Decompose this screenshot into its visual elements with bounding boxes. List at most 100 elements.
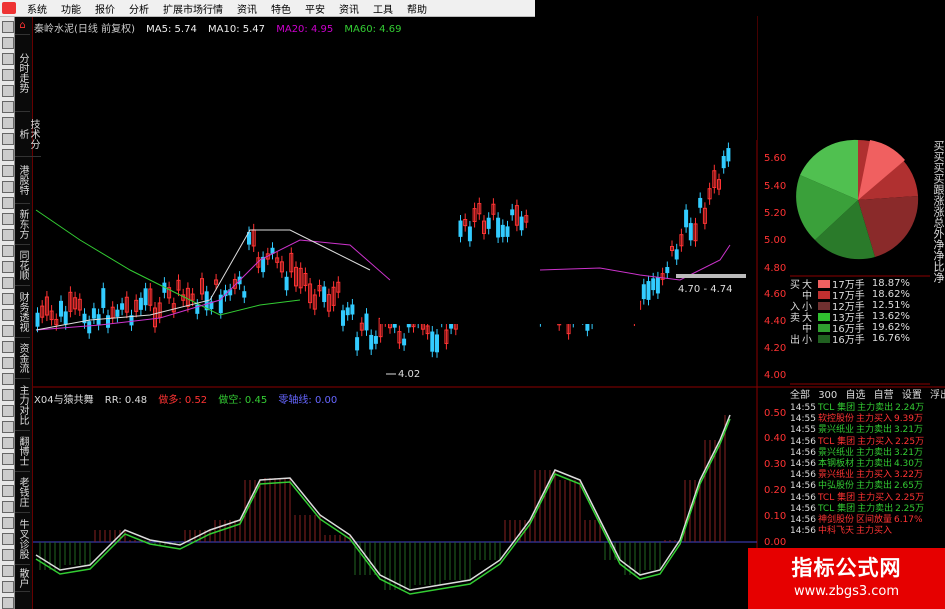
trade-row[interactable]: 14:56 中弘股份 主力卖出 2.65万 (790, 478, 930, 489)
trade-value: 2.25万 (895, 436, 925, 445)
trade-row[interactable]: 14:56 TCL 集团 主力买入 2.25万 (790, 490, 930, 501)
volume-pie-chart (796, 139, 919, 260)
band-price-label: 4.70 - 4.74 (678, 284, 733, 295)
trade-time: 14:56 (790, 503, 816, 512)
trade-action: 主力卖出 (855, 425, 892, 434)
volume-swatch (818, 334, 830, 343)
volume-row: 出 小 16万手 16.76% (790, 333, 930, 346)
long-value: 做多: 0.52 (158, 395, 208, 406)
trade-time: 14:56 (790, 514, 816, 524)
blank-region (535, 16, 757, 140)
trade-row[interactable]: 14:56 神剑股份 区间放量 6.17% (790, 512, 930, 523)
volume-side: 出 (790, 335, 800, 346)
candle-body (242, 291, 247, 298)
price-tick: 4.40 (764, 316, 786, 327)
volume-percent: 18.87% (871, 278, 910, 289)
price-tick: 5.40 (764, 181, 786, 192)
trade-action: 主力卖出 (855, 458, 892, 468)
volume-percent: 18.62% (871, 289, 910, 300)
candle-body (364, 313, 369, 331)
tab-float[interactable]: 浮出 (930, 390, 945, 401)
trade-action: 区间放量 (855, 514, 892, 524)
candle-body (87, 321, 92, 334)
trade-stock: TCL 集团 (817, 436, 856, 445)
candle-body (143, 288, 148, 306)
list-tabs: 全部 300 自选 自营 设置 浮出 扌 (790, 386, 945, 401)
candle-body (519, 216, 524, 231)
trade-row[interactable]: 14:56 景兴纸业 主力买入 3.22万 (790, 467, 930, 478)
trade-time: 14:55 (790, 403, 816, 412)
trade-value: 3.21万 (893, 447, 924, 456)
volume-swatch (818, 279, 830, 288)
trade-action: 主力买入 (857, 436, 894, 445)
candle-body (496, 217, 501, 238)
trade-time: 14:55 (790, 425, 816, 434)
candle-body (270, 247, 275, 254)
trade-row[interactable]: 14:56 TCL 集团 主力买入 2.25万 (790, 434, 930, 445)
trade-stock: 软控股份 (817, 414, 854, 423)
watermark-url: www.zbgs3.com (793, 584, 900, 599)
candle-body (284, 276, 289, 291)
candle-body (674, 249, 679, 260)
candlesticks (35, 142, 731, 358)
trade-time: 14:56 (790, 436, 816, 445)
trade-row[interactable]: 14:55 景兴纸业 主力卖出 3.21万 (790, 422, 930, 433)
trade-action: 主力卖出 (855, 447, 892, 456)
candle-body (665, 267, 670, 274)
rr-value: RR: 0.48 (104, 395, 148, 406)
trade-stock: TCL 集团 (817, 503, 856, 512)
trade-row[interactable]: 14:55 软控股份 主力买入 9.39万 (790, 411, 930, 422)
indicator-name[interactable]: X04与猿共舞 (34, 395, 94, 406)
trade-row[interactable]: 14:56 中科飞天 主力买入 (790, 523, 930, 534)
trade-time: 14:56 (790, 492, 816, 501)
trade-row[interactable]: 14:56 本钢板材 主力卖出 4.30万 (790, 456, 930, 467)
trade-action: 主力卖出 (855, 481, 892, 490)
trade-stock: 景兴纸业 (817, 425, 854, 434)
low-price-label: 4.02 (398, 369, 420, 380)
trade-value: 2.24万 (895, 403, 925, 412)
price-tick: 4.20 (764, 343, 786, 354)
candle-body (345, 307, 350, 316)
candle-body (106, 315, 110, 328)
ma10-label: MA10: 5.47 (208, 24, 266, 35)
trade-stock: 中弘股份 (817, 481, 854, 490)
ma20-label: MA20: 4.95 (276, 24, 334, 35)
candle-body (688, 223, 693, 241)
trade-action: 主力买入 (855, 414, 892, 423)
blank-region (380, 282, 640, 324)
trade-action: 主力买入 (857, 492, 894, 501)
candle-body (101, 288, 106, 308)
trade-stock: 中科飞天 (817, 526, 854, 535)
indicator-tick: 0.00 (764, 537, 786, 548)
volume-percent: 16.76% (871, 333, 910, 344)
candle-body (430, 331, 435, 352)
volume-side: 买 (790, 280, 800, 291)
ma60-label: MA60: 4.69 (344, 24, 402, 35)
candle-body (35, 312, 40, 327)
trade-row[interactable]: 14:56 TCL 集团 主力卖出 2.25万 (790, 501, 930, 512)
candle-body (115, 309, 120, 317)
volume-swatch (818, 312, 830, 321)
candle-body (120, 303, 125, 310)
indicator-main-line (35, 414, 731, 591)
price-tick: 5.60 (764, 153, 786, 164)
candle-body (341, 310, 345, 326)
candle-body (726, 148, 731, 162)
candle-body (721, 155, 726, 169)
trade-row[interactable]: 14:55 TCL 集团 主力卖出 2.24万 (790, 400, 930, 411)
trade-time: 14:56 (790, 526, 816, 535)
trade-row[interactable]: 14:56 景兴纸业 主力卖出 3.21万 (790, 445, 930, 456)
volume-side: 卖 (790, 313, 800, 324)
candle-body (63, 311, 68, 325)
volume-swatch (818, 301, 830, 310)
trade-value: 4.30万 (893, 458, 924, 468)
short-value: 做空: 0.45 (218, 395, 268, 406)
volume-percent: 13.62% (871, 311, 910, 322)
price-axis: 5.60 5.40 5.20 5.00 4.80 4.60 4.40 4.20 … (764, 153, 786, 381)
indicator-tick: 0.10 (764, 511, 786, 522)
trade-action: 主力卖出 (857, 503, 894, 512)
indicator-signal-line (35, 418, 731, 595)
volume-breakdown-table: 买 大 17万手 18.87% 中 17万手 18.62% 入 小 12万手 12… (790, 278, 930, 346)
trade-time: 14:56 (790, 481, 816, 490)
indicator-tick: 0.30 (764, 459, 786, 470)
